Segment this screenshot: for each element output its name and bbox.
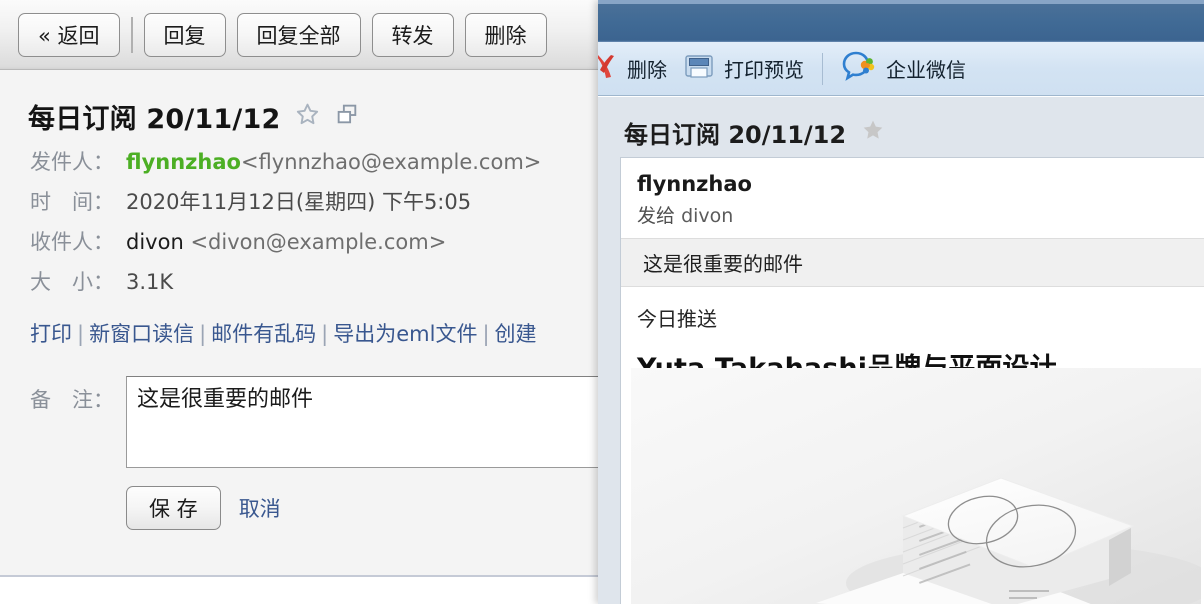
remark-row: 备 注： xyxy=(0,354,598,468)
reply-button[interactable]: 回复 xyxy=(143,12,226,57)
window-content: 每日订阅 20/11/12 flynnzhao 发给 divon 这是很重要的邮… xyxy=(598,97,1204,604)
sender-recipient-line: 发给 divon xyxy=(637,201,1204,228)
to-value: divon <divon@example.com> xyxy=(126,224,446,260)
from-address: <flynnzhao@example.com> xyxy=(240,150,542,174)
mail-header: 每日订阅 20/11/12 发件人： flynnzhao<flynnzhao@e… xyxy=(0,71,598,530)
from-name: flynnzhao xyxy=(126,150,241,174)
mail-note-banner: 这是很重要的邮件 xyxy=(621,238,1204,287)
wecom-chat-icon xyxy=(841,50,877,87)
mail-title-row: 每日订阅 20/11/12 xyxy=(602,97,1204,164)
remark-label: 备 注： xyxy=(30,388,114,412)
remark-actions: 保 存 取消 xyxy=(0,468,598,530)
wecom-label: 企业微信 xyxy=(886,58,966,82)
link-new-window-read[interactable]: 新窗口读信 xyxy=(89,322,194,346)
print-preview-label: 打印预览 xyxy=(724,58,804,82)
remark-input[interactable] xyxy=(126,376,598,468)
delete-label: 删除 xyxy=(627,58,667,82)
screenshot-root: « 返回 回复 回复全部 转发 删除 每日订阅 20/11/12 发件人： fl… xyxy=(0,0,1204,604)
link-export-eml[interactable]: 导出为eml文件 xyxy=(333,322,477,346)
from-label: 发件人： xyxy=(30,150,114,174)
reply-all-button[interactable]: 回复全部 xyxy=(236,12,361,57)
webmail-reading-pane: « 返回 回复 回复全部 转发 删除 每日订阅 20/11/12 发件人： fl… xyxy=(0,0,598,604)
header-field-from: 发件人： flynnzhao<flynnzhao@example.com> xyxy=(0,142,598,182)
forward-button[interactable]: 转发 xyxy=(371,12,454,57)
to-name: divon xyxy=(681,205,734,227)
mail-client-window: 删除 打印预览 企业微信 每日订阅 20/11/12 flynnzhao 发给 … xyxy=(598,0,1204,604)
date-label: 时 间： xyxy=(30,190,114,214)
mail-action-links: 打印 | 新窗口读信 | 邮件有乱码 | 导出为eml文件 | 创建 xyxy=(30,322,537,346)
back-button[interactable]: « 返回 xyxy=(18,12,120,57)
size-value: 3.1K xyxy=(126,270,174,294)
save-button[interactable]: 保 存 xyxy=(126,486,221,530)
to-name: divon xyxy=(126,230,184,254)
link-garbled-mail[interactable]: 邮件有乱码 xyxy=(211,322,316,346)
mail-card: flynnzhao 发给 divon 这是很重要的邮件 今日推送 Yuta Ta… xyxy=(620,157,1204,604)
header-field-date: 时 间： 2020年11月12日(星期四) 下午5:05 xyxy=(0,182,598,222)
new-window-icon[interactable] xyxy=(335,102,360,132)
delete-button[interactable]: 删除 xyxy=(464,12,547,57)
toolbar-separator xyxy=(822,52,823,85)
to-label: 收件人： xyxy=(30,230,114,254)
star-outline-icon[interactable] xyxy=(294,101,321,133)
toolbar-separator xyxy=(130,16,133,53)
card-sender-block: flynnzhao 发给 divon xyxy=(621,158,1204,238)
wecom-button[interactable]: 企业微信 xyxy=(833,42,974,96)
star-filled-icon[interactable] xyxy=(860,117,886,148)
header-field-to: 收件人： divon <divon@example.com> xyxy=(0,222,598,262)
window-toolbar: 删除 打印预览 企业微信 xyxy=(598,42,1204,96)
to-address: <divon@example.com> xyxy=(190,230,447,254)
cancel-link[interactable]: 取消 xyxy=(239,493,281,523)
link-create[interactable]: 创建 xyxy=(495,322,537,346)
from-value: flynnzhao<flynnzhao@example.com> xyxy=(126,144,541,180)
sender-name: flynnzhao xyxy=(637,172,752,196)
page-title: 每日订阅 20/11/12 xyxy=(28,104,281,135)
red-x-delete-icon xyxy=(598,51,618,86)
print-preview-button[interactable]: 打印预览 xyxy=(675,42,812,96)
date-value: 2020年11月12日(星期四) 下午5:05 xyxy=(126,190,472,214)
link-print[interactable]: 打印 xyxy=(30,322,72,346)
mail-title-row: 每日订阅 20/11/12 xyxy=(0,71,598,142)
article-image[interactable] xyxy=(631,368,1201,604)
page-title: 每日订阅 20/11/12 xyxy=(624,121,847,149)
push-label: 今日推送 xyxy=(637,307,717,331)
header-field-size: 大 小： 3.1K xyxy=(0,262,598,302)
size-label: 大 小： xyxy=(30,270,114,294)
delete-button[interactable]: 删除 xyxy=(598,42,675,96)
window-titlebar[interactable] xyxy=(598,0,1204,42)
printer-icon xyxy=(683,51,715,86)
left-toolbar: « 返回 回复 回复全部 转发 删除 xyxy=(0,0,598,70)
mail-body-area xyxy=(0,577,598,604)
to-prefix: 发给 xyxy=(637,205,676,227)
